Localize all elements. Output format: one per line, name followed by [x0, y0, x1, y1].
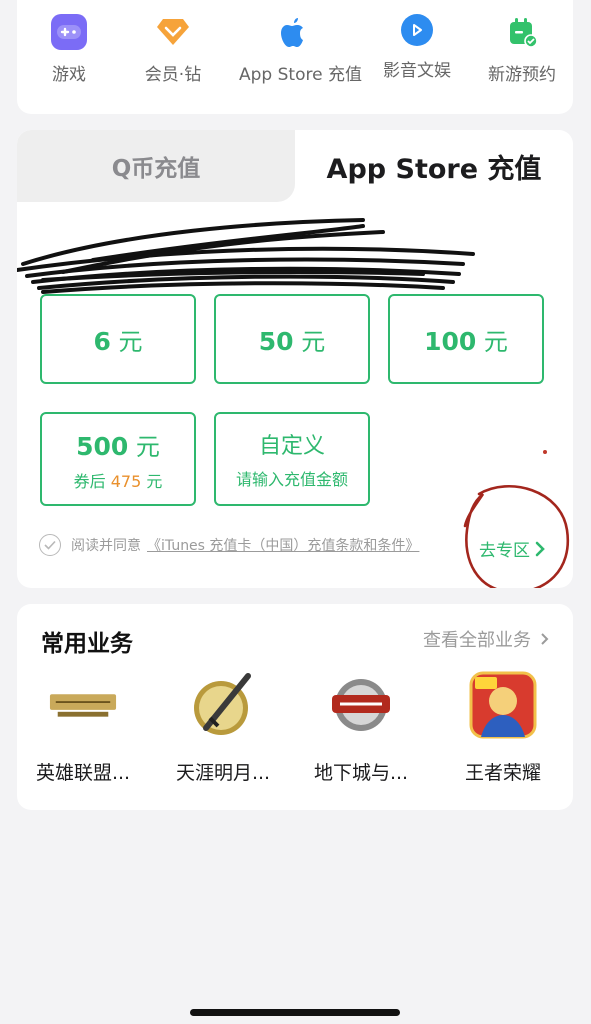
goto-zone-button[interactable]: 去专区: [479, 536, 546, 561]
game-item-moonlight-blade[interactable]: 天涯明月...: [157, 670, 289, 785]
game-item-league-of-legends[interactable]: 英雄联盟...: [17, 670, 149, 785]
quick-services-card: 游戏 会员·钻 App Store 充值 影音文娱 新游预约: [17, 0, 573, 114]
recharge-card: Q币充值 App Store 充值 6 元 50 元 100 元 500 元 券…: [17, 130, 573, 588]
game-item-honor-of-kings[interactable]: 王者荣耀: [437, 670, 569, 785]
annotation-circle: [463, 485, 570, 588]
quick-item-app-store[interactable]: App Store 充值: [239, 14, 362, 85]
discount-amount: 475: [110, 471, 142, 491]
honor-of-kings-icon: [468, 670, 538, 740]
gamepad-icon: [51, 14, 87, 50]
view-all-button[interactable]: 查看全部业务: [423, 626, 551, 652]
quick-item-label: 新游预约: [488, 65, 556, 85]
custom-amount-hint: 请输入充值金额: [235, 470, 348, 489]
amount-value: 100: [424, 326, 477, 356]
discount-text: 券后 475 元: [74, 468, 163, 492]
view-all-label: 查看全部业务: [423, 630, 531, 651]
quick-item-media[interactable]: 影音文娱: [362, 14, 472, 81]
discount-prefix: 券后: [73, 471, 106, 491]
tab-app-store[interactable]: App Store 充值: [295, 130, 573, 202]
terms-link[interactable]: 《iTunes 充值卡（中国）充值条款和条件》: [147, 535, 419, 555]
game-name: 英雄联盟...: [35, 762, 131, 784]
discount-unit: 元: [146, 471, 163, 491]
amount-unit: 元: [301, 327, 326, 356]
game-name: 天涯明月...: [175, 762, 271, 784]
tab-q-coin[interactable]: Q币充值: [17, 130, 295, 202]
quick-item-membership[interactable]: 会员·钻: [118, 14, 228, 85]
amount-option-500[interactable]: 500 元 券后 475 元: [40, 412, 196, 506]
diamond-icon: [155, 14, 191, 50]
quick-item-label: 游戏: [52, 65, 86, 85]
quick-item-new-games[interactable]: 新游预约: [467, 14, 577, 85]
moonlight-blade-icon: [188, 670, 258, 740]
play-icon: [401, 14, 433, 46]
league-of-legends-icon: [48, 670, 118, 740]
game-name: 王者荣耀: [464, 762, 541, 784]
amount-option-50[interactable]: 50 元: [214, 294, 370, 384]
quick-item-games[interactable]: 游戏: [14, 14, 124, 85]
agreement-row: 阅读并同意 《iTunes 充值卡（中国）充值条款和条件》: [39, 534, 419, 556]
quick-item-label: App Store 充值: [239, 65, 362, 85]
calendar-icon: [504, 14, 540, 50]
chevron-right-icon: [535, 541, 545, 556]
amount-value: 50: [258, 326, 294, 356]
dnf-icon: [326, 670, 396, 740]
apple-icon: [276, 14, 312, 50]
redaction-scribble: [17, 218, 475, 294]
section-title: 常用业务: [41, 631, 133, 657]
amount-unit: 元: [483, 327, 508, 356]
chevron-right-icon: [541, 633, 549, 645]
quick-item-label: 影音文娱: [383, 61, 451, 81]
amount-unit: 元: [135, 432, 160, 461]
goto-zone-label: 去专区: [479, 541, 530, 561]
amount-value: 500: [76, 431, 129, 461]
amount-option-100[interactable]: 100 元: [388, 294, 544, 384]
checkmark-icon: [44, 540, 56, 550]
annotation-dot: [543, 450, 547, 454]
custom-amount-title: 自定义: [258, 434, 325, 459]
amount-unit: 元: [118, 327, 143, 356]
game-item-dnf[interactable]: 地下城与...: [295, 670, 427, 785]
agree-text: 阅读并同意: [71, 538, 141, 554]
game-name: 地下城与...: [313, 762, 409, 784]
home-indicator[interactable]: [190, 1009, 400, 1016]
amount-value: 6: [93, 326, 111, 356]
custom-amount-option[interactable]: 自定义 请输入充值金额: [214, 412, 370, 506]
agree-checkbox[interactable]: [39, 534, 61, 556]
common-services-card: 常用业务 查看全部业务 英雄联盟... 天涯明月... 地下城与... 王者荣耀: [17, 604, 573, 810]
quick-item-label: 会员·钻: [144, 65, 202, 85]
amount-option-6[interactable]: 6 元: [40, 294, 196, 384]
